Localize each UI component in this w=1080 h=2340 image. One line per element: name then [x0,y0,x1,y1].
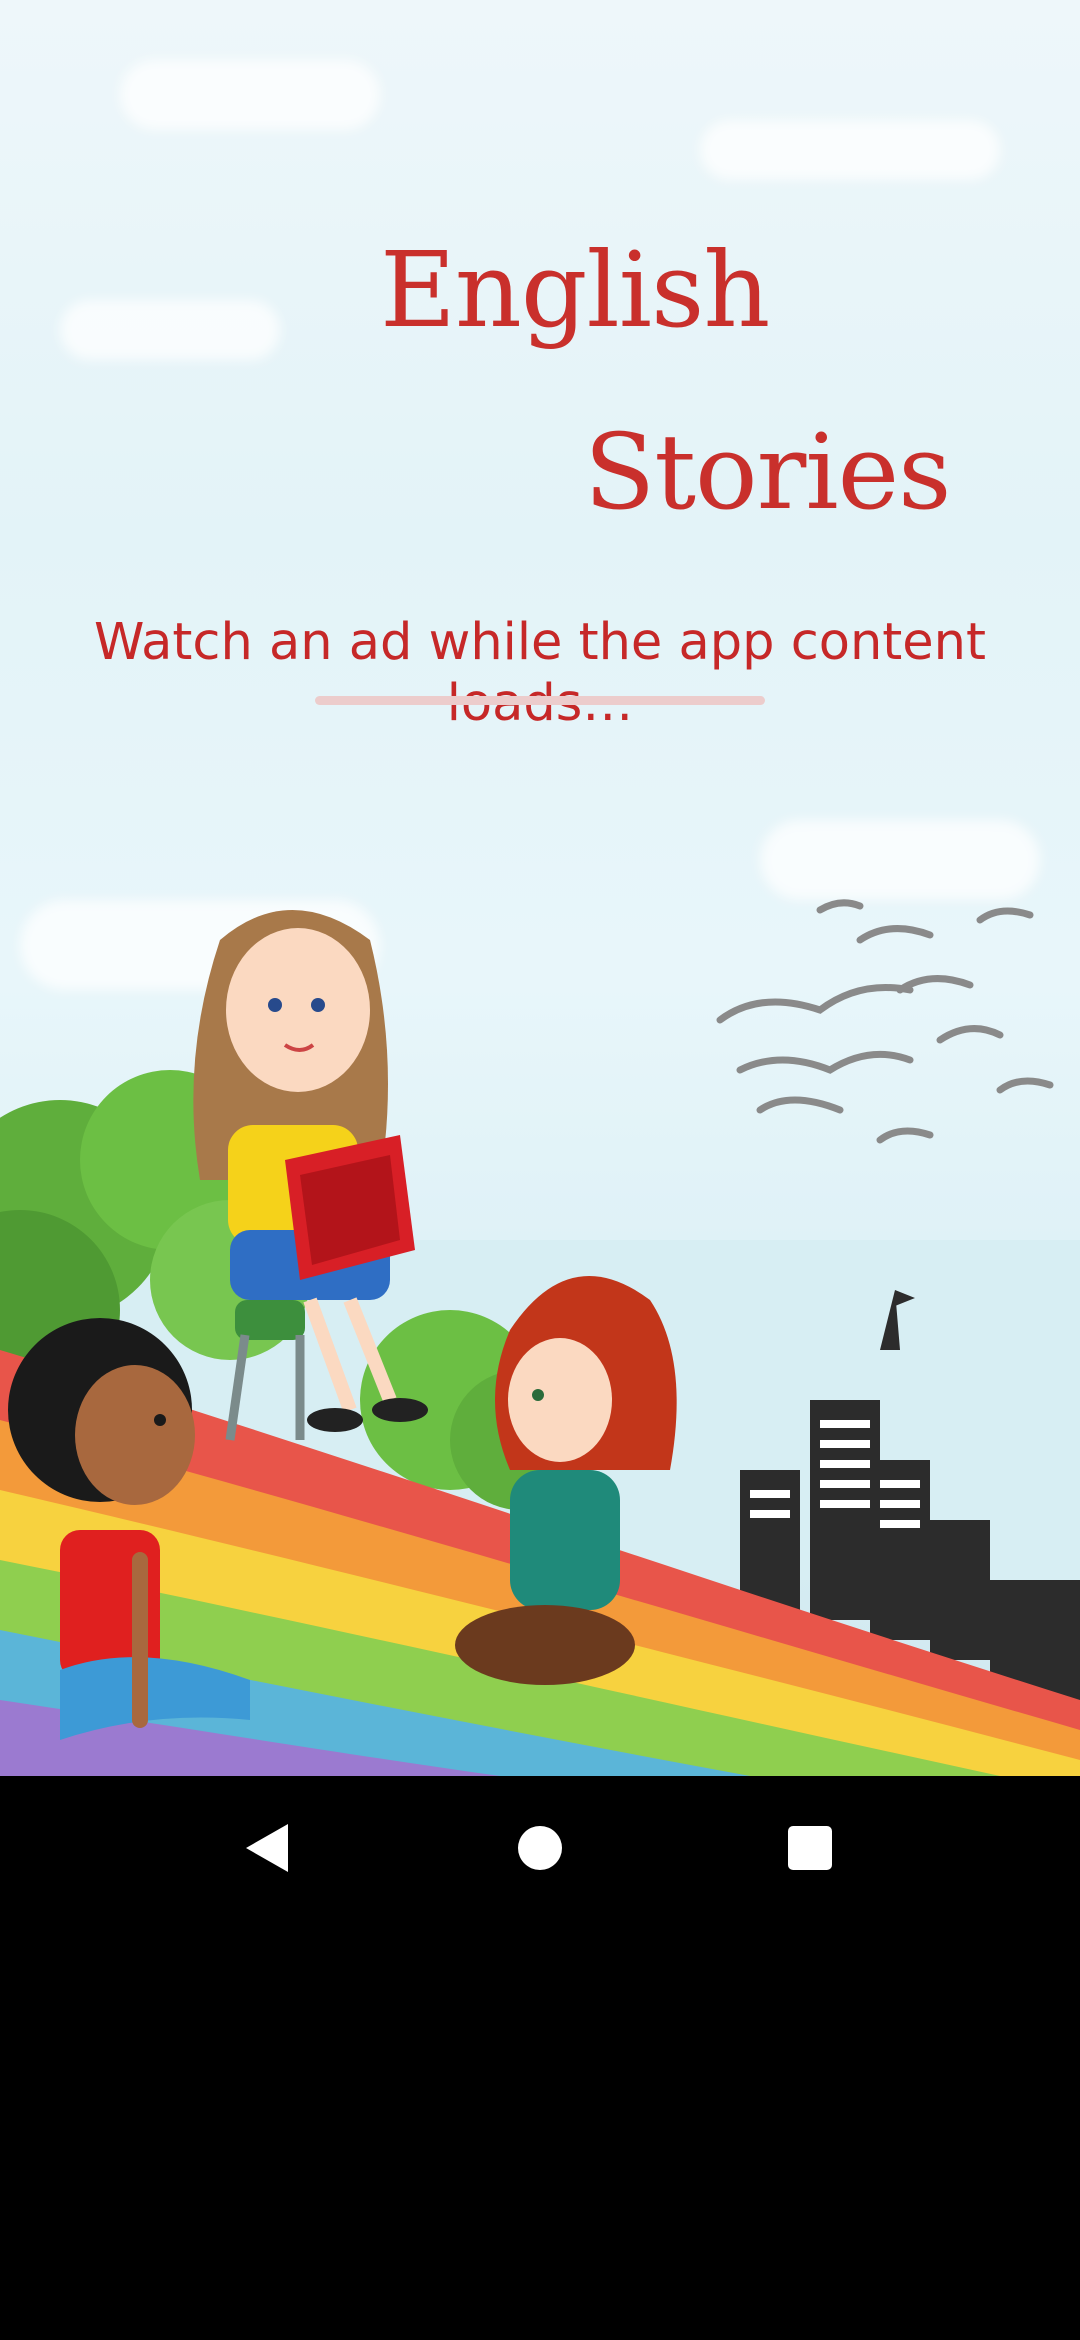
splash-screen: English Stories Watch an ad while the ap… [0,0,1080,1776]
cloud-decoration [120,60,380,130]
children-reading-illustration-icon [0,899,1080,1776]
birds-flock-icon [716,899,1054,1144]
home-circle-icon[interactable] [504,1812,576,1884]
cloud-decoration [60,300,280,360]
back-triangle-icon[interactable] [232,1812,304,1884]
app-title-line2: Stories [584,411,952,533]
app-screen: English Stories Watch an ad while the ap… [0,0,1080,2340]
system-navigation-bar [0,1776,1080,1920]
cloud-decoration [700,120,1000,180]
app-title-line1: English [380,229,770,351]
recents-square-icon[interactable] [774,1812,846,1884]
loading-message: Watch an ad while the app content loads… [94,613,986,733]
loading-progress-bar [315,696,765,705]
